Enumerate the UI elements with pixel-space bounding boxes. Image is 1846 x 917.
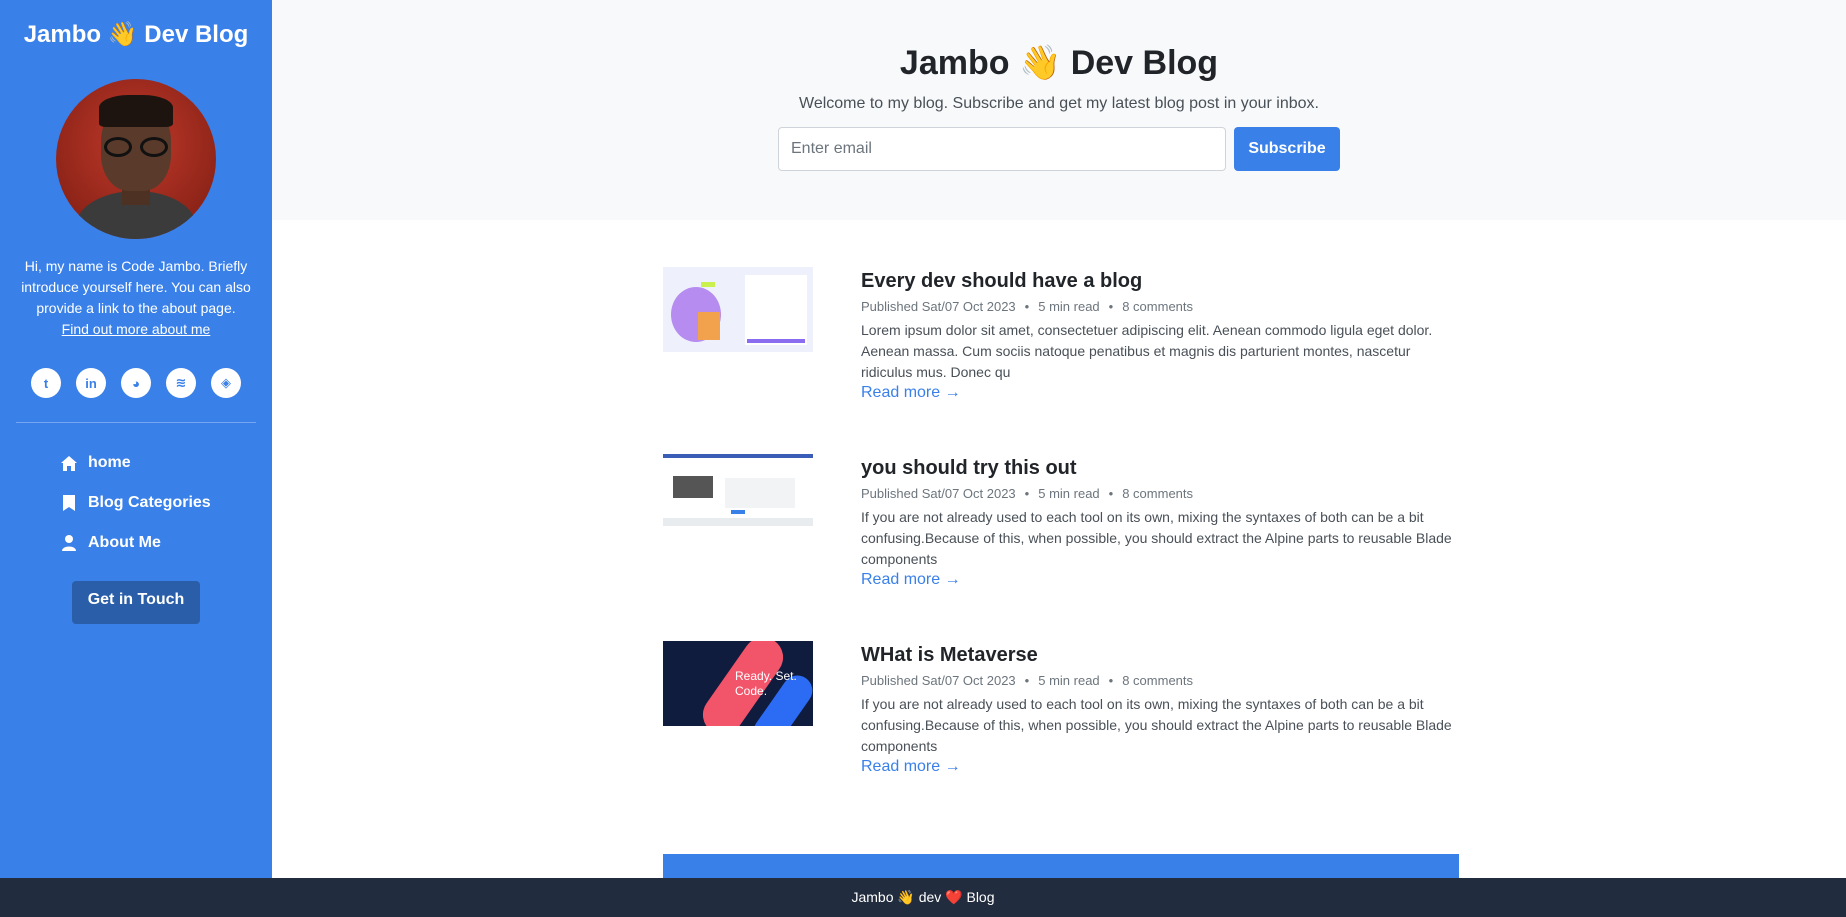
thumbnail-text: Ready. Set. Code. [735, 669, 797, 698]
email-input[interactable] [778, 127, 1226, 171]
sidebar-nav: home Blog Categories About Me [0, 443, 272, 563]
intro-text: Hi, my name is Code Jambo. Briefly intro… [0, 256, 272, 340]
post-title[interactable]: you should try this out [861, 457, 1459, 480]
sidebar-item-label: Blog Categories [88, 494, 211, 511]
about-link[interactable]: Find out more about me [16, 319, 256, 340]
post-comments[interactable]: 8 comments [1122, 486, 1193, 501]
post-title[interactable]: Every dev should have a blog [861, 270, 1459, 293]
post-read-time: 5 min read [1038, 486, 1100, 501]
post-list: Every dev should have a blog Published S… [663, 267, 1459, 828]
github-icon[interactable]: ◕ [121, 368, 151, 398]
post-excerpt: Lorem ipsum dolor sit amet, consectetuer… [861, 322, 1433, 380]
post-thumbnail[interactable] [663, 267, 813, 352]
read-more-link[interactable]: Read more → [861, 758, 961, 776]
linkedin-icon[interactable]: in [76, 368, 106, 398]
get-in-touch-button[interactable]: Get in Touch [71, 581, 201, 624]
home-icon [60, 455, 78, 471]
codepen-icon[interactable]: ◈ [211, 368, 241, 398]
social-links: t in ◕ ≋ ◈ [0, 368, 272, 398]
post-thumbnail[interactable] [663, 454, 813, 526]
twitter-icon[interactable]: t [31, 368, 61, 398]
bookmark-icon [60, 495, 78, 511]
post-thumbnail[interactable]: Ready. Set. Code. [663, 641, 813, 726]
post-excerpt: If you are not already used to each tool… [861, 509, 1452, 567]
footer: Jambo 👋 dev ❤️ Blog [0, 878, 1846, 917]
post-item: you should try this out Published Sat/07… [663, 454, 1459, 641]
stackoverflow-icon[interactable]: ≋ [166, 368, 196, 398]
footer-text: Jambo 👋 dev ❤️ Blog [851, 889, 995, 905]
page-subtitle: Welcome to my blog. Subscribe and get my… [799, 95, 1319, 112]
blog-header: Jambo 👋 Dev Blog Welcome to my blog. Sub… [272, 0, 1846, 220]
intro-paragraph: Hi, my name is Code Jambo. Briefly intro… [21, 258, 251, 316]
subscribe-form: Subscribe [272, 127, 1846, 171]
avatar [56, 79, 216, 239]
post-comments[interactable]: 8 comments [1122, 673, 1193, 688]
post-title[interactable]: WHat is Metaverse [861, 644, 1459, 667]
sidebar-item-label: home [88, 454, 131, 471]
post-item: Ready. Set. Code. WHat is Metaverse Publ… [663, 641, 1459, 828]
user-icon [60, 535, 78, 551]
read-more-link[interactable]: Read more → [861, 384, 961, 402]
post-meta: Published Sat/07 Oct 2023 • 5 min read • 8 c… [861, 299, 1194, 314]
post-excerpt: If you are not already used to each tool… [861, 696, 1452, 754]
sidebar-divider [16, 422, 256, 423]
sidebar-item-about-me[interactable]: About Me [60, 523, 272, 563]
post-read-time: 5 min read [1038, 673, 1100, 688]
post-date: Published Sat/07 Oct 2023 [861, 673, 1016, 688]
post-item: Every dev should have a blog Published S… [663, 267, 1459, 454]
sidebar: Jambo 👋 Dev Blog Hi, my name is Code Jam… [0, 0, 272, 878]
sidebar-item-label: About Me [88, 534, 161, 551]
page-title: Jambo 👋 Dev Blog [899, 44, 1219, 82]
subscribe-button[interactable]: Subscribe [1234, 127, 1340, 171]
post-read-time: 5 min read [1038, 299, 1100, 314]
post-comments[interactable]: 8 comments [1122, 299, 1193, 314]
post-meta: Published Sat/07 Oct 2023 • 5 min read • 8 c… [861, 673, 1194, 688]
read-more-link[interactable]: Read more → [861, 571, 961, 589]
sidebar-item-home[interactable]: home [60, 443, 272, 483]
post-date: Published Sat/07 Oct 2023 [861, 486, 1016, 501]
post-meta: Published Sat/07 Oct 2023 • 5 min read • 8 c… [861, 486, 1194, 501]
sidebar-item-blog-categories[interactable]: Blog Categories [60, 483, 272, 523]
post-date: Published Sat/07 Oct 2023 [861, 299, 1016, 314]
sidebar-brand[interactable]: Jambo 👋 Dev Blog [0, 0, 272, 56]
